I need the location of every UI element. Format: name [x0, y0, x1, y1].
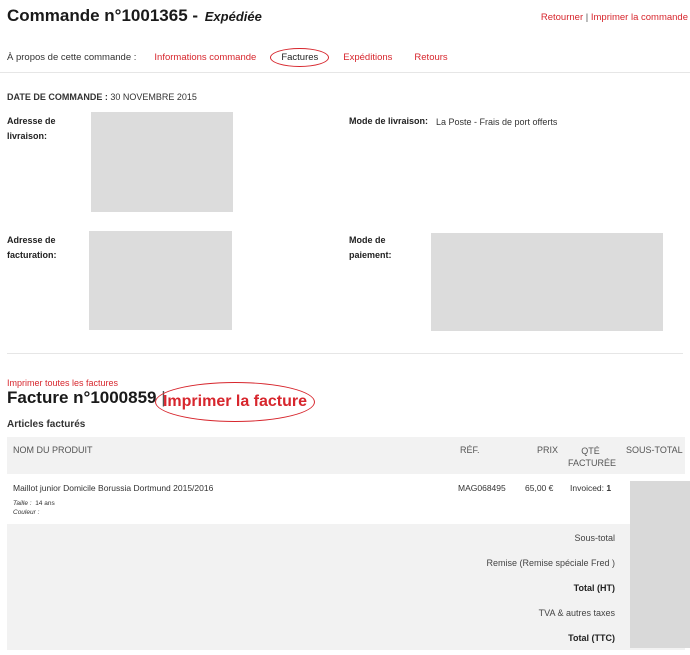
product-name: Maillot junior Domicile Borussia Dortmun…: [13, 483, 214, 493]
payment-method-label: Mode de paiement:: [349, 233, 392, 263]
size-value: 14 ans: [35, 500, 55, 507]
product-ref: MAG068495: [458, 483, 506, 493]
order-actions: Retourner | Imprimer la commande: [541, 12, 688, 23]
action-separator: |: [583, 12, 591, 23]
invoice-title: Facture n°1000859 |: [7, 388, 166, 408]
product-qty: Invoiced: 1: [570, 483, 611, 493]
invoiced-items-heading: Articles facturés: [7, 419, 86, 430]
col-qty-header-line2: FACTURÉE: [568, 458, 617, 468]
total-ht-label: Total (HT): [573, 583, 615, 593]
tab-order-info[interactable]: Informations commande: [154, 52, 256, 63]
qty-label: Invoiced:: [570, 483, 605, 493]
totals-section: Sous-total Remise (Remise spéciale Fred …: [7, 524, 685, 650]
billing-address-label: Adresse de facturation:: [7, 233, 57, 263]
order-date: DATE DE COMMANDE : 30 NOVEMBRE 2015: [7, 92, 197, 102]
shipping-method-value: La Poste - Frais de port offerts: [436, 117, 558, 127]
col-ref-header: RÉF.: [460, 445, 480, 455]
order-tabs: À propos de cette commande : Information…: [7, 46, 690, 68]
color-label: Couleur :: [13, 509, 40, 516]
size-label: Taille :: [13, 500, 32, 507]
subtotal-column-redacted: [630, 481, 690, 648]
order-date-value: 30 NOVEMBRE 2015: [110, 92, 197, 102]
product-option-size: Taille : 14 ans: [13, 500, 55, 507]
billing-address-label-line1: Adresse de: [7, 235, 56, 245]
qty-value: 1: [606, 483, 612, 493]
about-label: À propos de cette commande :: [7, 51, 137, 63]
shipping-address-redacted: [91, 112, 233, 212]
shipping-method-label: Mode de livraison:: [349, 116, 429, 126]
col-subtotal-header: SOUS-TOTAL: [626, 445, 683, 455]
col-price-header: PRIX: [537, 445, 559, 455]
order-status: Expédiée: [204, 9, 262, 24]
print-all-invoices-link[interactable]: Imprimer toutes les factures: [7, 378, 118, 388]
invoice-number: Facture n°1000859: [7, 388, 157, 407]
tab-invoices[interactable]: Factures: [270, 47, 330, 67]
table-row: Maillot junior Domicile Borussia Dortmun…: [7, 474, 685, 524]
tab-shipments[interactable]: Expéditions: [343, 52, 392, 63]
payment-method-label-line1: Mode de: [349, 235, 386, 245]
print-order-link[interactable]: Imprimer la commande: [591, 12, 688, 23]
col-product-header: NOM DU PRODUIT: [13, 445, 93, 455]
shipping-address-label-line2: livraison:: [7, 131, 48, 141]
tab-returns[interactable]: Retours: [414, 52, 447, 63]
billing-address-label-line2: facturation:: [7, 250, 57, 260]
total-ttc-label: Total (TTC): [568, 633, 615, 643]
subtotal-label: Sous-total: [574, 533, 615, 543]
payment-method-label-line2: paiement:: [349, 250, 392, 260]
divider: [0, 72, 690, 73]
items-table-header: NOM DU PRODUIT RÉF. PRIX QTÉ FACTURÉE SO…: [7, 437, 685, 474]
billing-address-redacted: [89, 231, 232, 330]
product-price: 65,00 €: [525, 483, 554, 493]
payment-method-redacted: [431, 233, 663, 331]
divider: [7, 353, 683, 354]
discount-label: Remise (Remise spéciale Fred ): [486, 558, 615, 568]
return-link[interactable]: Retourner: [541, 12, 583, 23]
print-invoice-link[interactable]: Imprimer la facture: [155, 382, 315, 422]
shipping-address-label-line1: Adresse de: [7, 116, 56, 126]
order-number: Commande n°1001365 -: [7, 6, 203, 25]
vat-label: TVA & autres taxes: [538, 608, 615, 618]
shipping-address-label: Adresse de livraison:: [7, 114, 56, 144]
col-qty-header: QTÉ FACTURÉE: [568, 445, 617, 469]
product-option-color: Couleur :: [13, 509, 39, 516]
col-qty-header-line1: QTÉ: [581, 446, 600, 456]
order-date-label: DATE DE COMMANDE :: [7, 92, 108, 102]
order-title: Commande n°1001365 - Expédiée: [7, 6, 262, 26]
